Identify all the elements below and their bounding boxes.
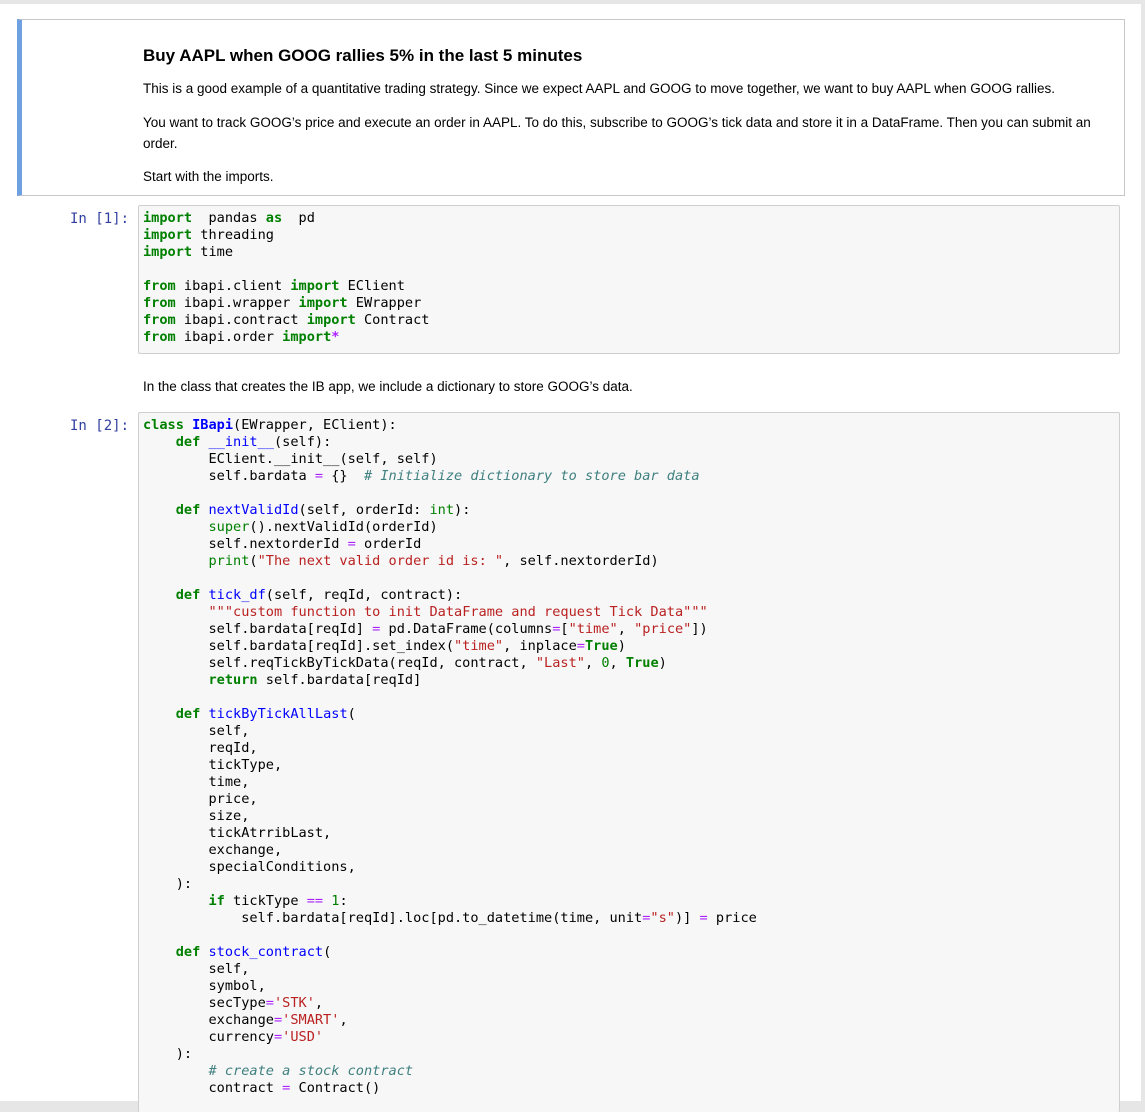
cell-2-prompt: In [2]: [70, 418, 130, 434]
paragraph-2: You want to track GOOG’s price and execu… [143, 115, 1091, 151]
notebook-page: Buy AAPL when GOOG rallies 5% in the las… [0, 4, 1145, 1112]
code-cell-1-source: import pandas as pd import threading imp… [143, 210, 430, 345]
paragraph-1: This is a good example of a quantitative… [143, 81, 1055, 96]
cell-heading: Buy AAPL when GOOG rallies 5% in the las… [143, 46, 583, 65]
paragraph-3: Start with the imports. [143, 169, 274, 184]
code-cell-1[interactable]: import pandas as pd import threading imp… [138, 205, 1120, 354]
markdown-text: In the class that creates the IB app, we… [143, 379, 633, 394]
markdown-cell[interactable]: Buy AAPL when GOOG rallies 5% in the las… [17, 19, 1125, 196]
code-cell-2[interactable]: class IBapi(EWrapper, EClient): def __in… [138, 412, 1120, 1112]
cell-1-prompt: In [1]: [70, 211, 130, 227]
code-cell-2-source: class IBapi(EWrapper, EClient): def __in… [143, 417, 757, 1096]
